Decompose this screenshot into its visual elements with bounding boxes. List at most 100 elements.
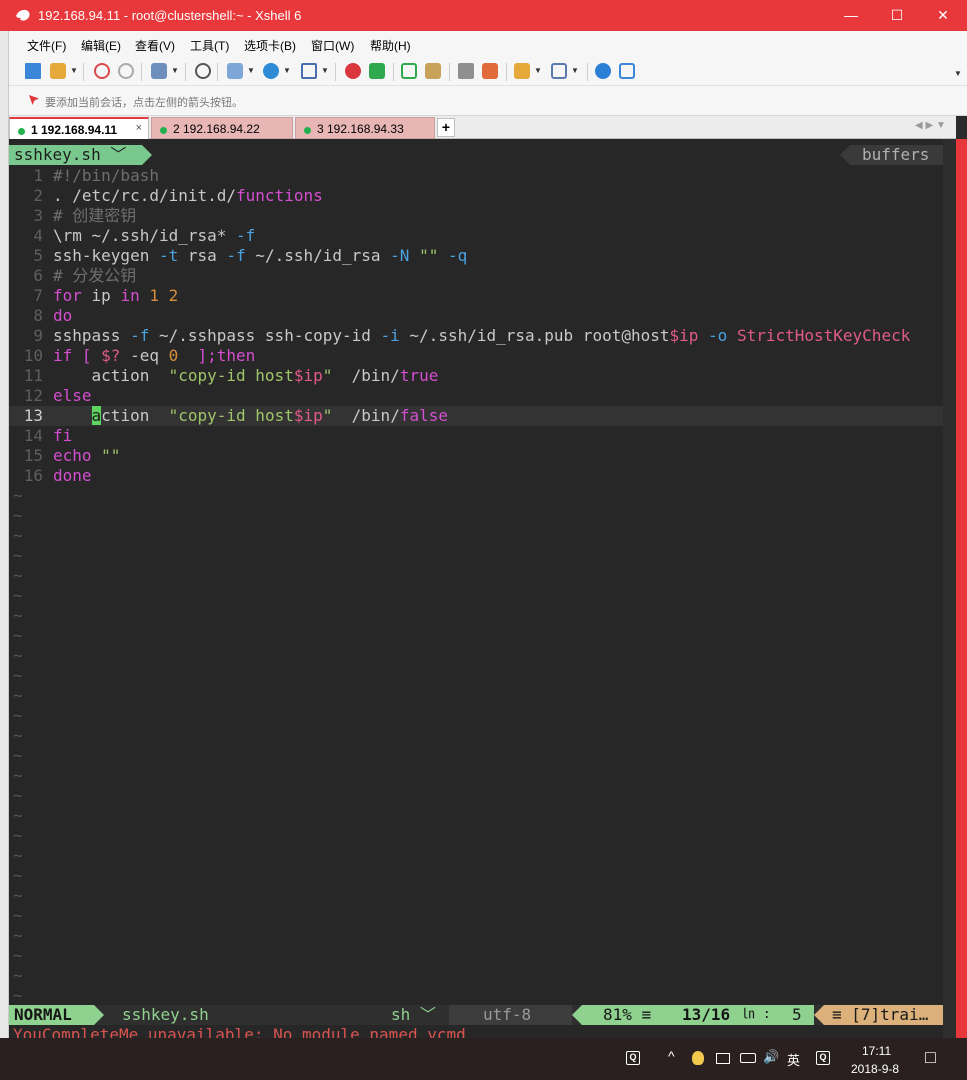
tab-session-2[interactable]: 2 192.168.94.22	[151, 117, 293, 139]
menu-window[interactable]: 窗口(W)	[311, 37, 354, 54]
notification-icon[interactable]: □	[925, 1047, 936, 1068]
layout-icon[interactable]	[227, 63, 243, 79]
globe-icon[interactable]	[263, 63, 279, 79]
open-folder-icon[interactable]	[50, 63, 66, 79]
font-icon[interactable]	[301, 63, 317, 79]
new-session-icon[interactable]	[25, 63, 41, 79]
empty-line-marker: ~	[13, 506, 23, 525]
menu-tabs[interactable]: 选项卡(B)	[244, 37, 296, 54]
code-token: -f	[236, 226, 256, 245]
status-filetype: sh ﹀	[391, 1005, 436, 1024]
line-number: 10	[23, 346, 43, 365]
code-token: ction	[101, 406, 169, 425]
empty-line-marker: ~	[13, 486, 23, 505]
code-line[interactable]: 4 \rm ~/.ssh/id_rsa* -f	[9, 226, 943, 246]
line-code: # 分发公钥	[53, 266, 136, 286]
code-line[interactable]: 5 ssh-keygen -t rsa -f ~/.ssh/id_rsa -N "…	[9, 246, 943, 266]
toolbar: ▼ ▼ ▼ ▼ ▼ ▼ ▼ ▼	[9, 57, 967, 86]
code-line[interactable]: 9 sshpass -f ~/.sshpass ssh-copy-id -i ~/…	[9, 326, 943, 346]
chevron-down-icon[interactable]: ▼	[283, 66, 291, 75]
status-position: 81% ≡ 13/16 ㏑ : 5	[582, 1005, 814, 1025]
network-icon[interactable]	[716, 1053, 730, 1064]
properties-icon[interactable]	[151, 63, 167, 79]
chevron-down-icon[interactable]: ▼	[954, 69, 962, 78]
chevron-down-icon[interactable]: ▼	[571, 66, 579, 75]
empty-line-marker: ~	[13, 606, 23, 625]
vim-status-line: NORMAL sshkey.sh sh ﹀ utf-8 81% ≡ 13/16 …	[9, 1005, 943, 1025]
ime-indicator[interactable]: 英	[787, 1050, 800, 1069]
clock-time[interactable]: 17:11	[862, 1044, 891, 1058]
chevron-down-icon[interactable]: ▼	[70, 66, 78, 75]
empty-line-marker: ~	[13, 866, 23, 885]
lock-icon[interactable]	[425, 63, 441, 79]
desktop-edge	[0, 31, 9, 1038]
code-token: $ip	[669, 326, 699, 345]
menu-tools[interactable]: 工具(T)	[190, 37, 229, 54]
code-line[interactable]: 3 # 创建密钥	[9, 206, 943, 226]
speaker-icon[interactable]: 🔊	[763, 1049, 779, 1065]
close-button[interactable]: ✕	[920, 0, 966, 31]
clock-date[interactable]: 2018-9-8	[851, 1062, 899, 1076]
code-token: sshpass	[53, 326, 131, 345]
chevron-down-icon[interactable]: ▼	[171, 66, 179, 75]
line-number: 1	[33, 166, 43, 185]
status-filename: sshkey.sh	[122, 1005, 209, 1024]
code-line[interactable]: 16 done	[9, 466, 943, 486]
chat-icon[interactable]	[619, 63, 635, 79]
battery-icon[interactable]	[740, 1053, 756, 1063]
qq-penguin-icon[interactable]	[692, 1051, 704, 1065]
code-line[interactable]: 12 else	[9, 386, 943, 406]
menu-view[interactable]: 查看(V)	[135, 37, 175, 54]
search-icon[interactable]	[195, 63, 211, 79]
empty-line-marker: ~	[13, 686, 23, 705]
chevron-down-icon[interactable]: ▼	[534, 66, 542, 75]
close-tab-icon[interactable]: ×	[136, 122, 142, 134]
add-tab-button[interactable]: +	[437, 118, 455, 137]
xmanager-icon[interactable]	[369, 63, 385, 79]
menu-file[interactable]: 文件(F)	[27, 37, 66, 54]
menu-help[interactable]: 帮助(H)	[370, 37, 411, 54]
disconnect-icon[interactable]	[118, 63, 134, 79]
chevron-down-icon[interactable]: ▼	[247, 66, 255, 75]
qq-tray-icon[interactable]: Q	[626, 1051, 640, 1065]
code-line[interactable]: 6 # 分发公钥	[9, 266, 943, 286]
buffers-label: buffers	[850, 145, 952, 165]
minimize-button[interactable]: —	[828, 0, 874, 31]
line-code: #!/bin/bash	[53, 166, 159, 186]
code-line[interactable]: 13 action "copy-id host$ip" /bin/false	[9, 406, 943, 426]
code-line[interactable]: 15 echo ""	[9, 446, 943, 466]
vim-command-line: YouCompleteMe unavailable: No module nam…	[13, 1025, 466, 1038]
reconnect-icon[interactable]	[94, 63, 110, 79]
chevron-down-icon[interactable]: ▼	[321, 66, 329, 75]
code-line[interactable]: 8 do	[9, 306, 943, 326]
tab-nav-icons[interactable]: ◀ ▶ ▼	[915, 120, 946, 131]
menu-edit[interactable]: 编辑(E)	[81, 37, 121, 54]
code-line[interactable]: 1 #!/bin/bash	[9, 166, 943, 186]
xftp-icon[interactable]	[345, 63, 361, 79]
code-line[interactable]: 2 . /etc/rc.d/init.d/functions	[9, 186, 943, 206]
code-line[interactable]: 14 fi	[9, 426, 943, 446]
show-hidden-icons-button[interactable]: ^	[668, 1048, 675, 1064]
line-code: fi	[53, 426, 72, 446]
highlight-icon[interactable]	[482, 63, 498, 79]
code-token: rsa	[178, 246, 227, 265]
code-line[interactable]: 11 action "copy-id host$ip" /bin/true	[9, 366, 943, 386]
code-line[interactable]: 10 if [ $? -eq 0 ];then	[9, 346, 943, 366]
code-token: 1 2	[149, 286, 179, 305]
terminal-scrollbar[interactable]	[943, 139, 956, 1038]
fullscreen-icon[interactable]	[401, 63, 417, 79]
code-token: functions	[236, 186, 323, 205]
qq-input-icon[interactable]: Q	[816, 1051, 830, 1065]
connected-dot-icon	[304, 127, 311, 134]
help-icon[interactable]	[595, 63, 611, 79]
maximize-button[interactable]: ☐	[874, 0, 920, 31]
arrow-icon[interactable]	[29, 95, 39, 105]
code-line[interactable]: 7 for ip in 1 2	[9, 286, 943, 306]
terminal[interactable]: sshkey.sh ﹀ buffers 1 #!/bin/bash 2 . /etc/…	[9, 139, 956, 1038]
tile-icon[interactable]	[551, 63, 567, 79]
tab-session-3[interactable]: 3 192.168.94.33	[295, 117, 435, 139]
tab-session-1[interactable]: 1 192.168.94.11 ×	[9, 117, 149, 139]
transfer-folder-icon[interactable]	[514, 63, 530, 79]
keyboard-icon[interactable]	[458, 63, 474, 79]
